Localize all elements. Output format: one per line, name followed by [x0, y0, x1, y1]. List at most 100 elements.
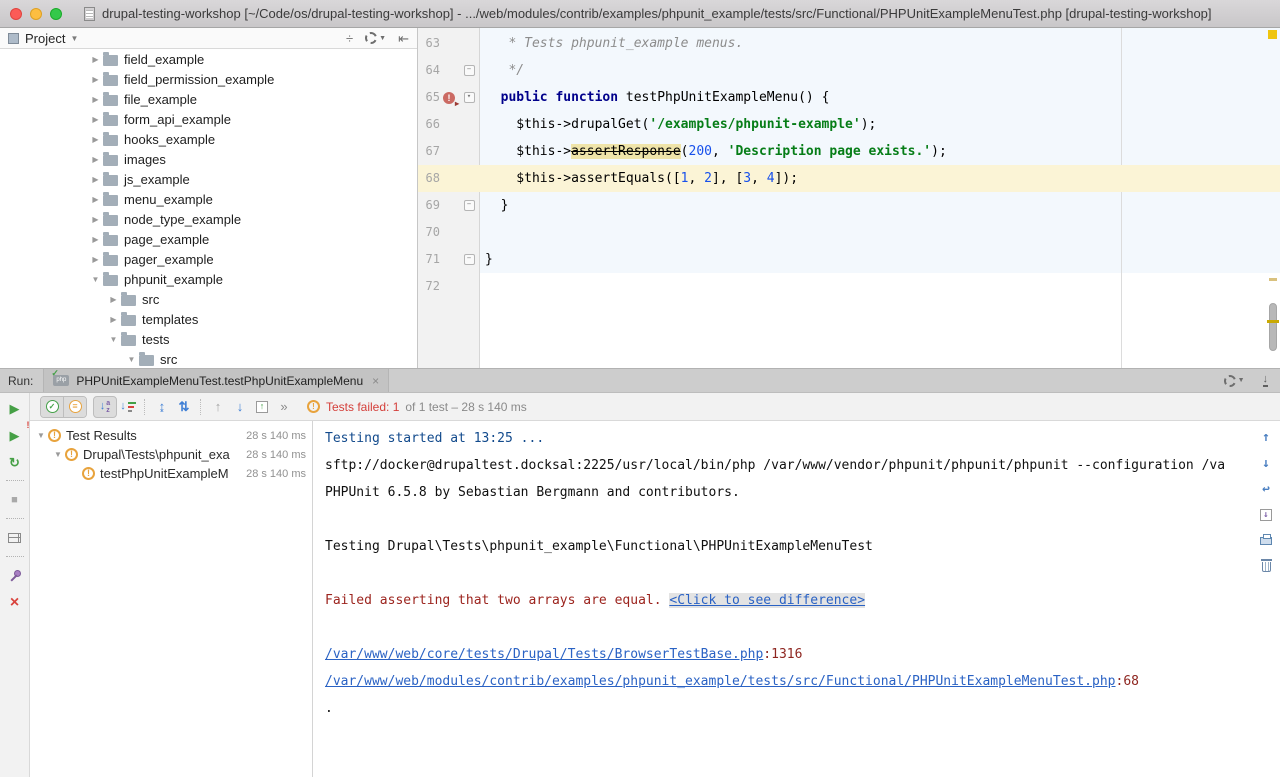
up-the-stack-trace-button[interactable]: ↑ — [1257, 429, 1275, 445]
project-tree-item-field_example[interactable]: ▶field_example — [0, 49, 417, 69]
collapse-all-button[interactable]: ⇅ — [173, 397, 195, 417]
tree-item-label: form_api_example — [124, 112, 231, 127]
project-tree-item-file_example[interactable]: ▶file_example — [0, 89, 417, 109]
close-tab-icon[interactable]: × — [372, 375, 379, 387]
print-button[interactable] — [1257, 533, 1275, 549]
project-tree-item-pager_example[interactable]: ▶pager_example — [0, 249, 417, 269]
chevron-collapsed-icon[interactable]: ▶ — [90, 75, 101, 84]
stop-button[interactable]: ■ — [4, 490, 26, 510]
restore-layout-button[interactable] — [4, 528, 26, 548]
failed-test-gutter-icon[interactable]: ! — [443, 92, 455, 104]
run-tab[interactable]: php PHPUnitExampleMenuTest.testPhpUnitEx… — [43, 369, 389, 392]
toolbar-overflow-icon[interactable]: » — [273, 397, 295, 417]
use-soft-wraps-button[interactable]: ↩ — [1257, 481, 1275, 497]
console-text: sftp://docker@drupaltest.docksal:2225/us… — [325, 458, 1225, 473]
project-tree-item-js_example[interactable]: ▶js_example — [0, 169, 417, 189]
clear-all-button[interactable] — [1257, 559, 1275, 575]
fold-marker-icon[interactable]: − — [464, 65, 475, 76]
project-tree-item-menu_example[interactable]: ▶menu_example — [0, 189, 417, 209]
chevron-expanded-icon[interactable]: ▼ — [108, 335, 119, 344]
settings-button[interactable]: ▼ — [1224, 375, 1245, 387]
chevron-collapsed-icon[interactable]: ▶ — [90, 55, 101, 64]
window-zoom-button[interactable] — [50, 8, 62, 20]
pin-tab-button[interactable] — [4, 566, 26, 586]
window-close-button[interactable] — [10, 8, 22, 20]
settings-button[interactable]: ▼ — [365, 32, 386, 44]
fold-marker-icon[interactable]: − — [464, 200, 475, 211]
project-tree-item-src[interactable]: ▼src — [0, 349, 417, 368]
line-number: 66 — [421, 111, 440, 138]
console-text: :68 — [1116, 674, 1139, 689]
chevron-collapsed-icon[interactable]: ▶ — [90, 235, 101, 244]
console-file-link[interactable]: /var/www/web/modules/contrib/examples/ph… — [325, 674, 1116, 689]
line-number: 67 — [421, 138, 440, 165]
chevron-collapsed-icon[interactable]: ▶ — [108, 315, 119, 324]
console-line: Failed asserting that two arrays are equ… — [325, 587, 1280, 614]
rerun-failed-tests-button[interactable]: ▶! — [4, 425, 26, 445]
chevron-collapsed-icon[interactable]: ▶ — [90, 255, 101, 264]
editor-scrollbar[interactable] — [1266, 28, 1280, 368]
test-tree-item-Drupal-Tests-phpunit-exa[interactable]: ▼!Drupal\Tests\phpunit_exa28 s 140 ms — [30, 445, 312, 464]
test-console[interactable]: Testing started at 13:25 ...sftp://docke… — [313, 421, 1280, 777]
code-line-68: 68 $this->assertEquals([1, 2], [3, 4]); — [418, 165, 1280, 192]
chevron-collapsed-icon[interactable]: ▶ — [90, 155, 101, 164]
php-test-file-icon: php — [53, 375, 69, 386]
chevron-collapsed-icon[interactable]: ▶ — [108, 295, 119, 304]
fold-marker-icon[interactable]: ▾ — [464, 92, 475, 103]
window-minimize-button[interactable] — [30, 8, 42, 20]
code-line-64: 64− */ — [418, 57, 1280, 84]
code-text: */ — [480, 57, 524, 84]
next-occurrence-button[interactable]: ↓ — [229, 397, 251, 417]
project-tree-item-page_example[interactable]: ▶page_example — [0, 229, 417, 249]
chevron-collapsed-icon[interactable]: ▶ — [90, 175, 101, 184]
inspection-indicator-icon[interactable] — [1268, 30, 1277, 39]
scroll-to-end-button[interactable]: ↓ — [1257, 507, 1275, 523]
chevron-collapsed-icon[interactable]: ▶ — [90, 195, 101, 204]
test-tree-item-Test-Results[interactable]: ▼!Test Results28 s 140 ms — [30, 426, 312, 445]
tree-item-label: tests — [142, 332, 169, 347]
chevron-expanded-icon[interactable]: ▼ — [53, 450, 63, 459]
project-tree-item-images[interactable]: ▶images — [0, 149, 417, 169]
error-stripe-mark[interactable] — [1267, 320, 1279, 323]
console-text: Testing Drupal\Tests\phpunit_example\Fun… — [325, 539, 873, 554]
chevron-expanded-icon[interactable]: ▼ — [126, 355, 137, 364]
error-stripe-mark[interactable] — [1269, 278, 1277, 281]
close-button[interactable]: × — [4, 593, 26, 613]
expand-all-button[interactable]: ↨ — [151, 397, 173, 417]
folder-icon — [103, 75, 118, 86]
chevron-expanded-icon[interactable]: ▼ — [90, 275, 101, 284]
hide-panel-button[interactable]: ⇤ — [398, 32, 409, 45]
hide-panel-button[interactable]: ↓ — [1263, 374, 1269, 387]
project-tree-item-hooks_example[interactable]: ▶hooks_example — [0, 129, 417, 149]
project-tree-item-tests[interactable]: ▼ tests — [0, 329, 417, 349]
export-test-results-button[interactable]: ↑ — [251, 397, 273, 417]
chevron-down-icon[interactable]: ▼ — [70, 34, 78, 43]
see-difference-link[interactable]: <Click to see difference> — [669, 593, 865, 608]
down-the-stack-trace-button[interactable]: ↓ — [1257, 455, 1275, 471]
project-tree-item-field_permission_example[interactable]: ▶field_permission_example — [0, 69, 417, 89]
previous-occurrence-button[interactable]: ↑ — [207, 397, 229, 417]
fold-marker-icon[interactable]: − — [464, 254, 475, 265]
locate-file-button[interactable]: ÷ — [346, 32, 353, 45]
project-tree-item-form_api_example[interactable]: ▶ form_api_example — [0, 109, 417, 129]
project-tree-item-phpunit_example[interactable]: ▼phpunit_example — [0, 269, 417, 289]
test-tree-item-testPhpUnitExampleM[interactable]: ▼!testPhpUnitExampleM28 s 140 ms — [30, 464, 312, 483]
chevron-expanded-icon[interactable]: ▼ — [36, 431, 46, 440]
code-editor[interactable]: 63 * Tests phpunit_example menus.64− */6… — [418, 28, 1280, 368]
sort-by-duration-button[interactable]: ↓ — [117, 397, 139, 417]
show-passed-button[interactable]: ✓ — [41, 397, 63, 417]
project-tree-item-templates[interactable]: ▶templates — [0, 309, 417, 329]
toggle-auto-test-button[interactable]: ↻ — [4, 452, 26, 472]
chevron-collapsed-icon[interactable]: ▶ — [90, 215, 101, 224]
editor-scrollbar-thumb[interactable] — [1269, 303, 1277, 351]
sort-alphabetically-button[interactable]: ↓az — [93, 396, 117, 418]
chevron-collapsed-icon[interactable]: ▶ — [90, 95, 101, 104]
rerun-button[interactable]: ▶ — [4, 398, 26, 418]
chevron-collapsed-icon[interactable]: ▶ — [90, 135, 101, 144]
show-ignored-button[interactable]: ≡ — [63, 397, 86, 417]
project-tree-item-src[interactable]: ▶src — [0, 289, 417, 309]
project-tree-item-node_type_example[interactable]: ▶node_type_example — [0, 209, 417, 229]
console-file-link[interactable]: /var/www/web/core/tests/Drupal/Tests/Bro… — [325, 647, 763, 662]
chevron-collapsed-icon[interactable]: ▶ — [90, 115, 101, 124]
separator — [144, 399, 146, 415]
